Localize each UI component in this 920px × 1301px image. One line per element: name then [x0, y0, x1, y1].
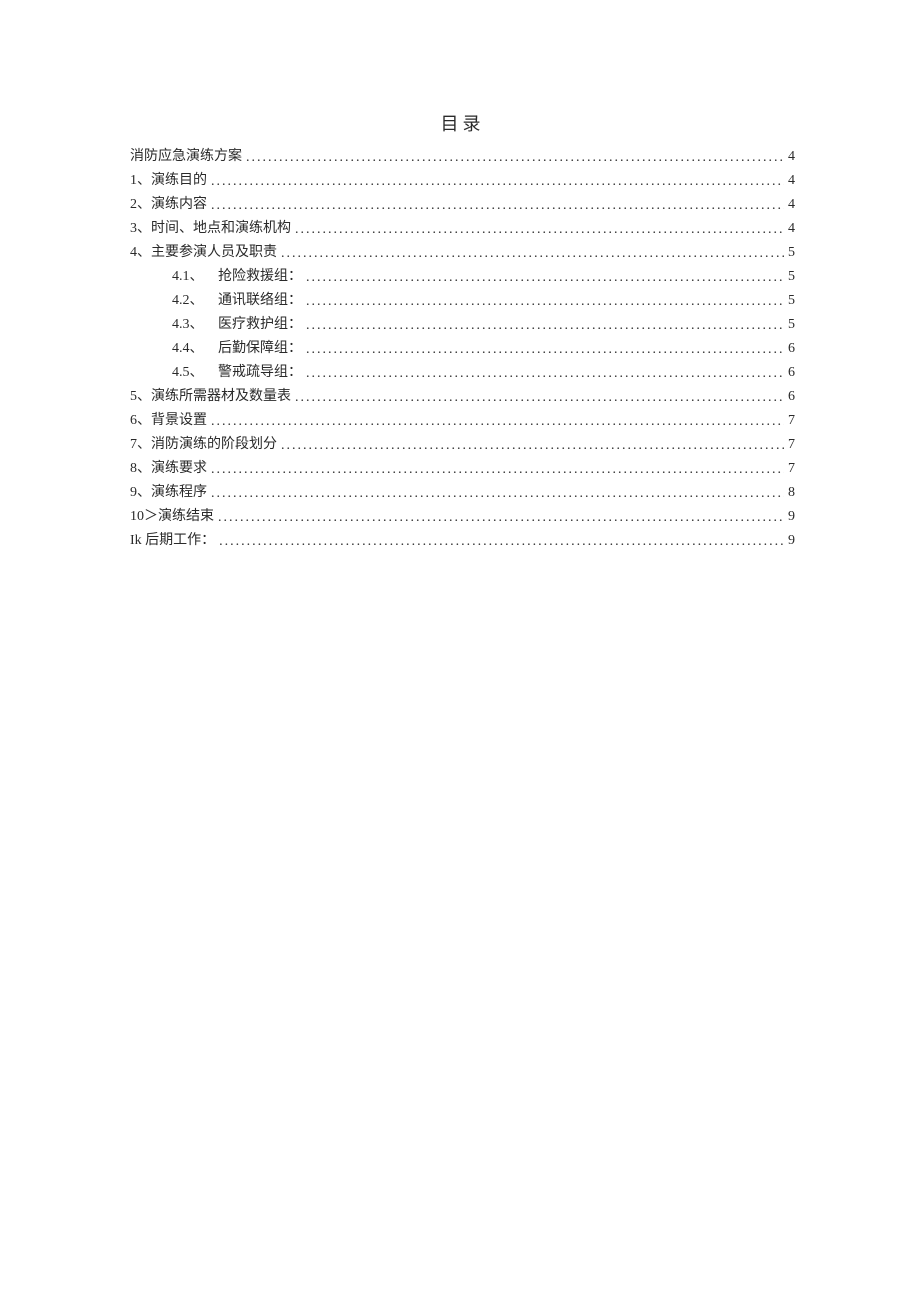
toc-entry-page: 5	[784, 270, 795, 284]
toc-entry-number: 4.5、	[172, 366, 218, 380]
toc-entry-page: 4	[784, 198, 795, 212]
toc-leader-dots	[295, 391, 784, 405]
toc-entry-label: 4、主要参演人员及职责	[130, 246, 281, 260]
toc-entry-page: 6	[784, 366, 795, 380]
toc-entry-number: 4.2、	[172, 294, 218, 308]
toc-leader-dots	[306, 319, 784, 333]
toc-entry-page: 4	[784, 222, 795, 236]
toc-list: 消防应急演练方案 4 1、演练目的 4 2、演练内容 4 3、时间、地点和演练机构 4 4、主要…	[130, 150, 795, 548]
toc-entry-label: 6、背景设置	[130, 414, 211, 428]
toc-leader-dots	[211, 199, 784, 213]
toc-entry-number: 4.3、	[172, 318, 218, 332]
toc-entry: 4.3、医疗救护组： 5	[130, 318, 795, 332]
toc-entry-label: 4.5、警戒疏导组：	[172, 366, 306, 380]
toc-entry-label: 4.1、抢险救援组：	[172, 270, 306, 284]
toc-entry-text: 医疗救护组：	[218, 317, 302, 332]
toc-leader-dots	[211, 175, 784, 189]
toc-entry: 7、消防演练的阶段划分 7	[130, 438, 795, 452]
toc-entry-page: 8	[784, 486, 795, 500]
toc-entry: 5、演练所需器材及数量表 6	[130, 390, 795, 404]
toc-entry-page: 4	[784, 150, 795, 164]
toc-entry-label: 4.2、通讯联络组：	[172, 294, 306, 308]
toc-entry-page: 9	[784, 510, 795, 524]
toc-entry-label: 4.3、医疗救护组：	[172, 318, 306, 332]
toc-leader-dots	[306, 367, 784, 381]
toc-entry: 10＞演练结束 9	[130, 510, 795, 524]
toc-entry-text: 警戒疏导组：	[218, 365, 302, 380]
toc-entry-label: 9、演练程序	[130, 486, 211, 500]
toc-entry: 1、演练目的 4	[130, 174, 795, 188]
toc-entry: 4.5、警戒疏导组： 6	[130, 366, 795, 380]
toc-entry-label: 5、演练所需器材及数量表	[130, 390, 295, 404]
toc-entry: 4、主要参演人员及职责 5	[130, 246, 795, 260]
toc-leader-dots	[211, 415, 784, 429]
toc-entry: 4.1、抢险救援组： 5	[130, 270, 795, 284]
toc-entry-label: 10＞演练结束	[130, 510, 218, 524]
toc-entry: 消防应急演练方案 4	[130, 150, 795, 164]
toc-entry-label: 3、时间、地点和演练机构	[130, 222, 295, 236]
toc-entry-number: 4.4、	[172, 342, 218, 356]
toc-entry-page: 5	[784, 246, 795, 260]
toc-entry-label: 2、演练内容	[130, 198, 211, 212]
toc-entry-page: 7	[784, 414, 795, 428]
toc-entry-label: 7、消防演练的阶段划分	[130, 438, 281, 452]
toc-entry: 6、背景设置 7	[130, 414, 795, 428]
toc-entry-label: 消防应急演练方案	[130, 150, 246, 164]
toc-entry: Ik 后期工作： 9	[130, 534, 795, 548]
toc-entry-page: 7	[784, 462, 795, 476]
toc-entry-label: Ik 后期工作：	[130, 534, 219, 548]
toc-leader-dots	[295, 223, 784, 237]
toc-entry-label: 4.4、后勤保障组：	[172, 342, 306, 356]
toc-entry-page: 9	[784, 534, 795, 548]
toc-leader-dots	[211, 487, 784, 501]
toc-entry-page: 6	[784, 342, 795, 356]
toc-leader-dots	[281, 247, 784, 261]
toc-entry-label: 1、演练目的	[130, 174, 211, 188]
toc-leader-dots	[218, 511, 784, 525]
document-page: 目录 消防应急演练方案 4 1、演练目的 4 2、演练内容 4 3、时间、地点和演练机构 4 4…	[0, 0, 920, 548]
toc-entry-text: 通讯联络组：	[218, 293, 302, 308]
toc-leader-dots	[306, 343, 784, 357]
toc-entry: 8、演练要求 7	[130, 462, 795, 476]
toc-leader-dots	[246, 151, 784, 165]
toc-entry-page: 7	[784, 438, 795, 452]
toc-entry-text: 后勤保障组：	[218, 341, 302, 356]
toc-leader-dots	[281, 439, 784, 453]
toc-entry: 3、时间、地点和演练机构 4	[130, 222, 795, 236]
toc-title: 目录	[130, 110, 795, 136]
toc-entry: 4.4、后勤保障组： 6	[130, 342, 795, 356]
toc-entry: 9、演练程序 8	[130, 486, 795, 500]
toc-entry: 4.2、通讯联络组： 5	[130, 294, 795, 308]
toc-entry-page: 4	[784, 174, 795, 188]
toc-entry-page: 6	[784, 390, 795, 404]
toc-entry-number: 4.1、	[172, 270, 218, 284]
toc-leader-dots	[306, 271, 784, 285]
toc-entry-text: 抢险救援组：	[218, 269, 302, 284]
toc-leader-dots	[219, 535, 784, 549]
toc-entry: 2、演练内容 4	[130, 198, 795, 212]
toc-entry-page: 5	[784, 294, 795, 308]
toc-entry-page: 5	[784, 318, 795, 332]
toc-entry-label: 8、演练要求	[130, 462, 211, 476]
toc-leader-dots	[306, 295, 784, 309]
toc-leader-dots	[211, 463, 784, 477]
